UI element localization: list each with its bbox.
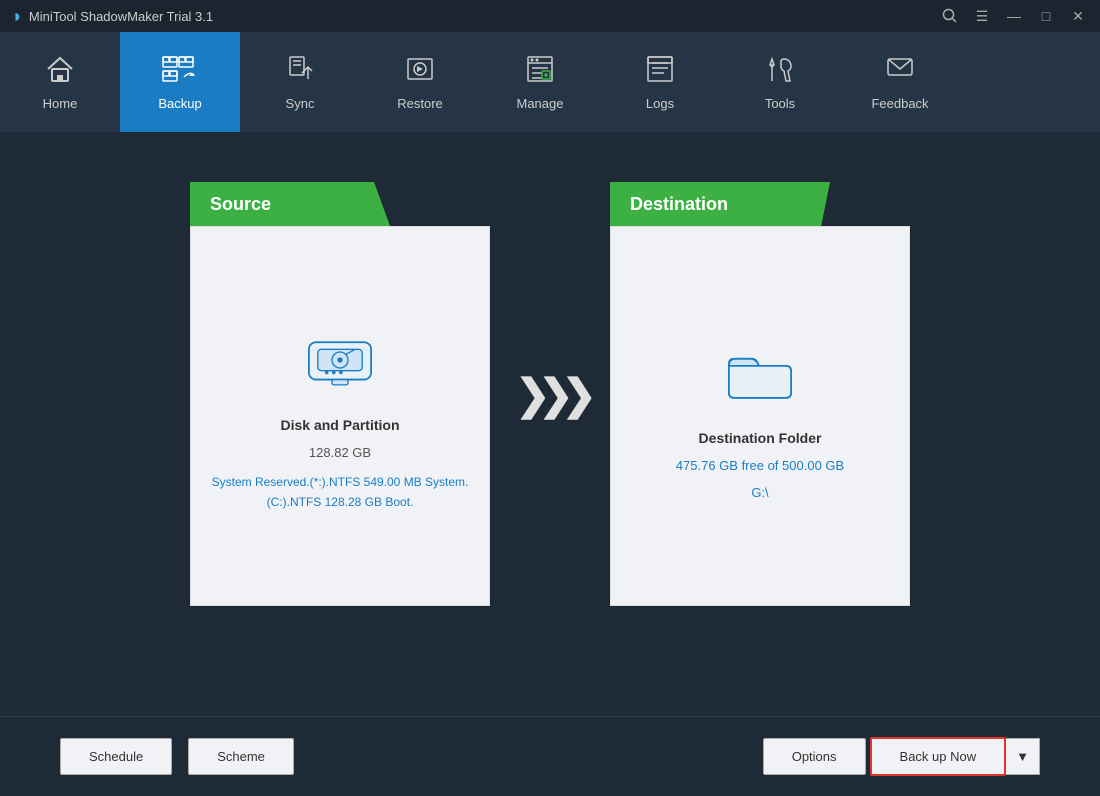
destination-path: G:\ xyxy=(751,485,768,500)
menu-icon[interactable]: ☰ xyxy=(970,4,994,28)
source-card-body[interactable]: Disk and Partition 128.82 GB System Rese… xyxy=(190,226,490,606)
backup-dropdown-button[interactable]: ▼ xyxy=(1006,738,1040,775)
source-card[interactable]: Source xyxy=(190,182,490,606)
source-title: Disk and Partition xyxy=(280,417,399,433)
titlebar-left: ◑ MiniTool ShadowMaker Trial 3.1 xyxy=(10,6,213,27)
nav-manage-label: Manage xyxy=(517,96,564,111)
folder-icon xyxy=(720,333,800,418)
nav-logs[interactable]: Logs xyxy=(600,32,720,132)
nav-home[interactable]: Home xyxy=(0,32,120,132)
options-button[interactable]: Options xyxy=(763,738,866,775)
destination-header: Destination xyxy=(630,194,728,215)
navbar: Home Backup xyxy=(0,32,1100,132)
nav-logs-label: Logs xyxy=(646,96,674,111)
nav-sync[interactable]: Sync xyxy=(240,32,360,132)
destination-free: 475.76 GB free of 500.00 GB xyxy=(676,458,844,473)
nav-backup-label: Backup xyxy=(158,96,201,111)
backup-now-button[interactable]: Back up Now xyxy=(870,737,1007,776)
bottom-right-buttons: Options Back up Now ▼ xyxy=(763,737,1040,776)
nav-restore[interactable]: Restore xyxy=(360,32,480,132)
destination-title: Destination Folder xyxy=(699,430,822,446)
sync-icon xyxy=(284,53,316,90)
source-header: Source xyxy=(210,194,271,215)
feedback-icon xyxy=(884,53,916,90)
titlebar-controls: ☰ — □ ✕ xyxy=(938,4,1090,28)
nav-tools-label: Tools xyxy=(765,96,795,111)
search-icon[interactable] xyxy=(938,4,962,28)
nav-restore-label: Restore xyxy=(397,96,443,111)
destination-card[interactable]: Destination Destination Folder 475.76 GB… xyxy=(610,182,910,606)
close-icon[interactable]: ✕ xyxy=(1066,4,1090,28)
nav-manage[interactable]: Manage xyxy=(480,32,600,132)
nav-backup[interactable]: Backup xyxy=(120,32,240,132)
app-logo: ◑ xyxy=(10,6,21,27)
minimize-icon[interactable]: — xyxy=(1002,4,1026,28)
nav-tools[interactable]: Tools xyxy=(720,32,840,132)
logs-icon xyxy=(644,53,676,90)
maximize-icon[interactable]: □ xyxy=(1034,4,1058,28)
source-detail: System Reserved.(*:).NTFS 549.00 MB Syst… xyxy=(212,472,469,513)
forward-arrow-icon: ❯❯❯ xyxy=(515,370,585,419)
nav-home-label: Home xyxy=(43,96,78,111)
bottom-left-buttons: Schedule Scheme xyxy=(60,738,294,775)
nav-feedback-label: Feedback xyxy=(871,96,928,111)
scheme-button[interactable]: Scheme xyxy=(188,738,294,775)
manage-icon xyxy=(524,53,556,90)
schedule-button[interactable]: Schedule xyxy=(60,738,172,775)
destination-card-body[interactable]: Destination Folder 475.76 GB free of 500… xyxy=(610,226,910,606)
bottombar: Schedule Scheme Options Back up Now ▼ xyxy=(0,716,1100,796)
main-content: Source xyxy=(0,132,1100,716)
nav-sync-label: Sync xyxy=(286,96,315,111)
titlebar-title: MiniTool ShadowMaker Trial 3.1 xyxy=(29,9,213,24)
titlebar: ◑ MiniTool ShadowMaker Trial 3.1 ☰ — □ ✕ xyxy=(0,0,1100,32)
source-size: 128.82 GB xyxy=(309,445,371,460)
nav-feedback[interactable]: Feedback xyxy=(840,32,960,132)
arrow-area: ❯❯❯ xyxy=(490,370,610,419)
cards-area: Source xyxy=(60,182,1040,606)
home-icon xyxy=(44,53,76,90)
restore-icon xyxy=(404,53,436,90)
backup-icon xyxy=(162,53,198,90)
disk-icon xyxy=(300,320,380,405)
tools-icon xyxy=(764,53,796,90)
